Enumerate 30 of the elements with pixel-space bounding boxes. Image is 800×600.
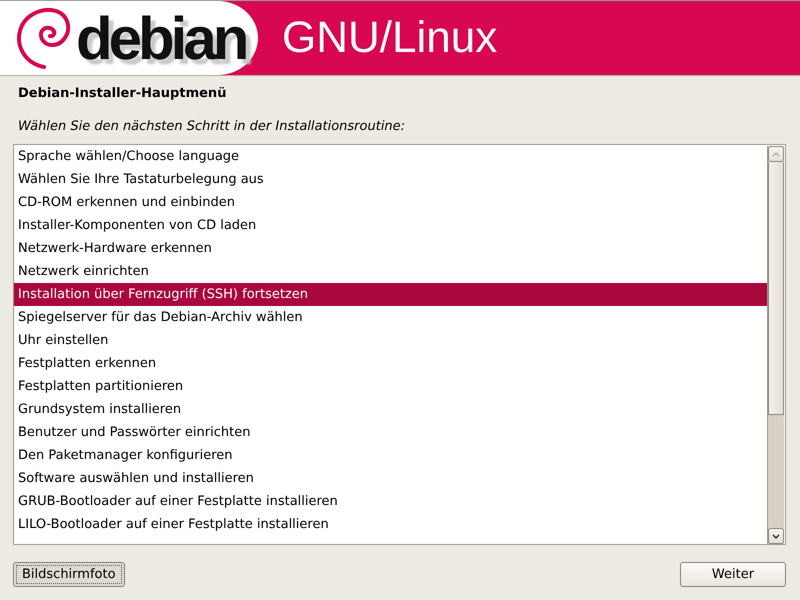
menu-item[interactable]: Wählen Sie Ihre Tastaturbelegung aus [14,168,767,191]
prompt-text: Wählen Sie den nächsten Schritt in der Installationsroutine: [18,118,406,136]
menu-item[interactable]: Software auswählen und installieren [14,467,767,490]
menu-item[interactable]: Spiegelserver für das Debian-Archiv wählen [14,306,767,329]
menu-item[interactable]: Netzwerk einrichten [14,260,767,283]
logo-wordmark: debian [76,9,246,69]
menu-item[interactable]: Netzwerk-Hardware erkennen [14,237,767,260]
scrollbar-thumb[interactable] [768,162,784,415]
screenshot-button[interactable]: Bildschirmfoto [13,562,125,587]
swirl-logo-icon [14,5,72,71]
menu-item[interactable]: GRUB-Bootloader auf einer Festplatte installieren [14,490,767,513]
menu-item[interactable]: CD-ROM erkennen und einbinden [14,191,767,214]
menu-item[interactable]: Installation über Fernzugriff (SSH) fortsetzen [14,283,767,306]
menu-item[interactable]: Uhr einstellen [14,329,767,352]
menu-item[interactable]: Festplatten partitionieren [14,375,767,398]
chevron-down-icon [772,534,780,538]
scroll-up-button[interactable] [768,146,784,162]
continue-button[interactable]: Weiter [680,562,786,587]
chevron-up-icon [772,152,780,156]
menu-item[interactable]: Den Paketmanager konfigurieren [14,444,767,467]
menu-item[interactable]: LILO-Bootloader auf einer Festplatte installieren [14,513,767,536]
header-title: GNU/Linux [282,16,498,60]
scrollbar[interactable] [767,146,784,544]
scroll-down-button[interactable] [768,528,784,544]
page-heading: Debian-Installer-Hauptmenü [18,85,228,103]
menu-item[interactable]: Installer-Komponenten von CD laden [14,214,767,237]
menu-item[interactable]: Festplatten erkennen [14,352,767,375]
menu-item[interactable]: Sprache wählen/Choose language [14,145,767,168]
menu-item[interactable]: Grundsystem installieren [14,398,767,421]
menu-item[interactable]: Benutzer und Passwörter einrichten [14,421,767,444]
